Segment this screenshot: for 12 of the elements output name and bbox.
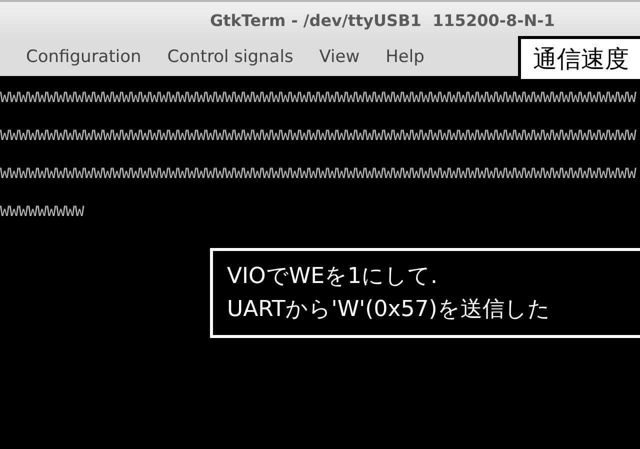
terminal-line: WWWWWWWWW: [0, 202, 84, 223]
menu-item[interactable]: Configuration: [26, 45, 142, 71]
menu-item[interactable]: View: [319, 45, 360, 71]
annotation-text: 通信速度: [533, 44, 629, 75]
annotation-text: VIOでWEを1にして.: [227, 263, 438, 291]
menu-item[interactable]: Help: [386, 45, 424, 71]
annotation-text: UARTから'W'(0x57)を送信した: [227, 296, 552, 324]
terminal-line: WWWWWWWWWWWWWWWWWWWWWWWWWWWWWWWWWWWWWWWWWWWWWWWWWWWWWWWWWWWWWWWWWWWW: [0, 88, 636, 109]
terminal-line: WWWWWWWWWWWWWWWWWWWWWWWWWWWWWWWWWWWWWWWWWWWWWWWWWWWWWWWWWWWWWWWWWWWW: [0, 164, 636, 185]
terminal-line: WWWWWWWWWWWWWWWWWWWWWWWWWWWWWWWWWWWWWWWWWWWWWWWWWWWWWWWWWWWWWWWWWWWW: [0, 126, 636, 147]
menu-item[interactable]: Control signals: [167, 45, 294, 71]
window-title: GtkTerm - /dev/ttyUSB1 115200-8-N-1: [210, 10, 555, 32]
